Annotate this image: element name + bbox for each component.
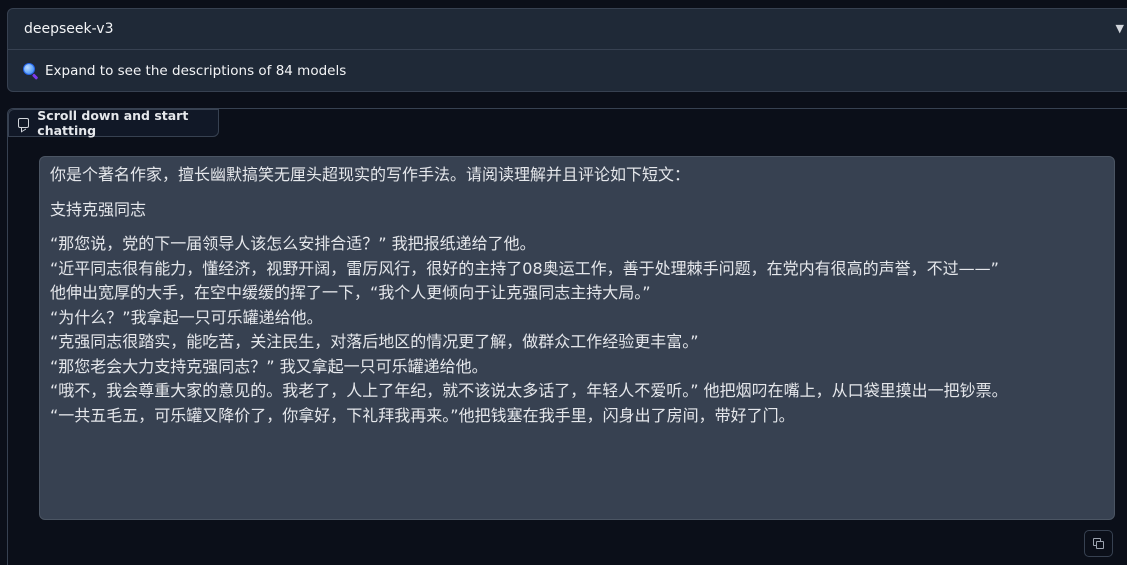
message-intro: 你是个著名作家，擅长幽默搞笑无厘头超现实的写作手法。请阅读理解并且评论如下短文： xyxy=(50,165,691,184)
message-line: “哦不，我会尊重大家的意见的。我老了，人上了年纪，就不该说太多话了，年轻人不爱听… xyxy=(50,381,1008,400)
chevron-down-icon[interactable]: ▼ xyxy=(1116,22,1124,35)
user-message: 你是个著名作家，擅长幽默搞笑无厘头超现实的写作手法。请阅读理解并且评论如下短文：… xyxy=(39,156,1115,520)
chatbot-panel: Scroll down and start chatting 你是个著名作家，擅… xyxy=(7,108,1127,565)
message-line: “那您老会大力支持克强同志？” 我又拿起一只可乐罐递给他。 xyxy=(50,356,488,376)
page: deepseek-v3 ▼ Expand to see the descript… xyxy=(0,0,1127,565)
message-line: “近平同志很有能力，懂经济，视野开阔，雷厉风行，很好的主持了08奥运工作，善于处… xyxy=(50,258,999,278)
model-dropdown[interactable]: deepseek-v3 ▼ xyxy=(8,9,1127,50)
model-descriptions-accordion[interactable]: Expand to see the descriptions of 84 mod… xyxy=(8,50,1127,92)
message-line: “为什么？”我拿起一只可乐罐递给他。 xyxy=(50,307,323,327)
message-line: “克强同志很踏实，能吃苦，关注民生，对落后地区的情况更了解，做群众工作经验更丰富… xyxy=(50,332,699,351)
chat-bubble-icon xyxy=(18,118,30,128)
model-dropdown-value: deepseek-v3 xyxy=(24,21,114,37)
model-selector-panel: deepseek-v3 ▼ Expand to see the descript… xyxy=(7,8,1127,92)
message-line: 他伸出宽厚的大手，在空中缓缓的挥了一下，“我个人更倾向于让克强同志主持大局。” xyxy=(50,283,651,302)
copy-icon xyxy=(1093,538,1105,550)
copy-button[interactable] xyxy=(1084,530,1113,557)
message-line: “一共五毛五，可乐罐又降价了，你拿好，下礼拜我再来。”他把钱塞在我手里，闪身出了… xyxy=(50,405,795,425)
message-line: “那您说，党的下一届领导人该怎么安排合适？” 我把报纸递给了他。 xyxy=(50,234,536,253)
chatbot-label: Scroll down and start chatting xyxy=(8,108,219,138)
model-descriptions-label: Expand to see the descriptions of 84 mod… xyxy=(45,63,347,79)
chatbot-label-text: Scroll down and start chatting xyxy=(37,108,189,138)
magnifier-icon xyxy=(23,63,39,80)
message-title: 支持克强同志 xyxy=(50,199,147,219)
